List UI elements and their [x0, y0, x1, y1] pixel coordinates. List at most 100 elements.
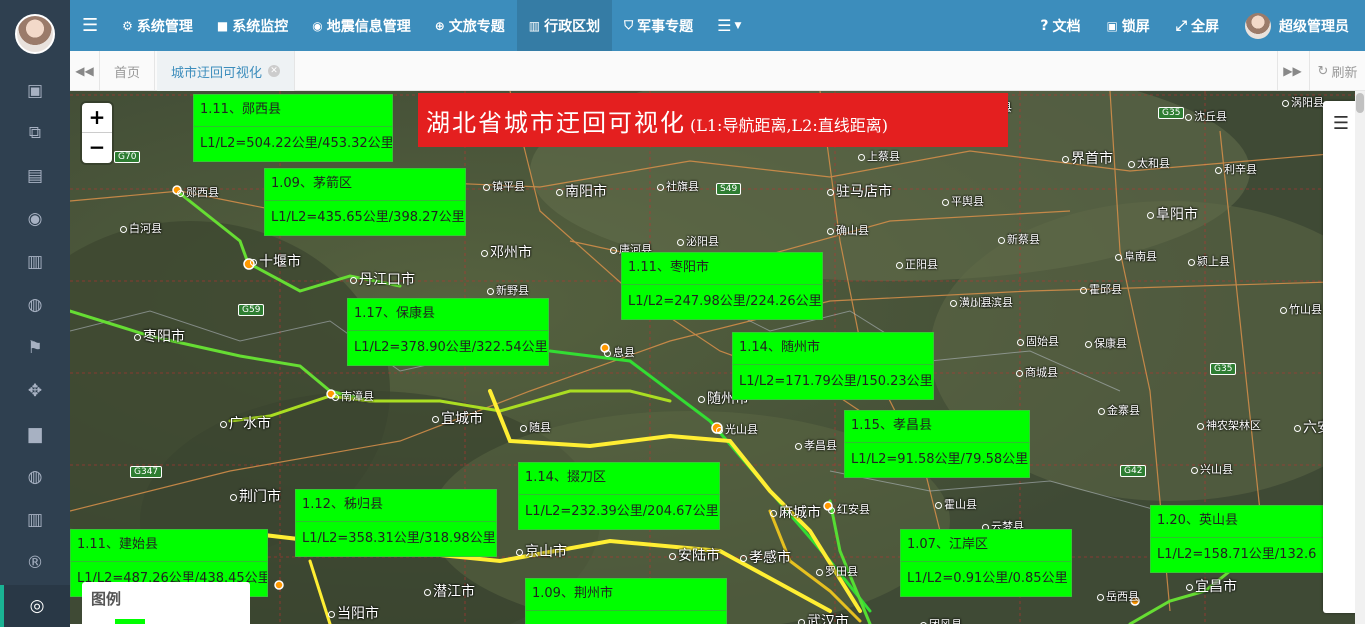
sidebar-item-0[interactable]: ▣ [0, 70, 70, 112]
sidebar-item-3[interactable]: ◉ [0, 198, 70, 240]
city-detour-label[interactable]: 1.14、随州市 L1/L2=171.79公里/150.23公里 [732, 332, 934, 400]
hamburger-icon: ☰ [82, 15, 99, 36]
sidebar-toggle-button[interactable]: ☰ [70, 0, 110, 51]
place-name: 界首市 [1062, 148, 1113, 168]
bar-chart-icon: ▥ [26, 252, 44, 272]
city-detour-label[interactable]: 1.20、英山县 L1/L2=158.71公里/132.6 [1150, 505, 1352, 573]
city-detour-label[interactable]: 1.11、郧西县 L1/L2=504.22公里/453.32公里 [193, 94, 393, 162]
city-detour-label[interactable]: 1.14、掇刀区 L1/L2=232.39公里/204.67公里 [518, 462, 720, 530]
city-label-distance: L1/L2=232.39公里/204.67公里 [525, 504, 719, 519]
sidebar: ▣ ⧉ ▤ ◉ ▥ ◍ ⚑ ✥ ▆ ◍ ▥ ® ◎ [0, 0, 70, 627]
menu-military[interactable]: ⛉ 军事专题 [612, 0, 705, 51]
tab-scroll-right-button[interactable]: ▶▶ [1277, 51, 1307, 91]
fullscreen-button[interactable]: ⤢ 全屏 [1163, 16, 1232, 36]
caret-down-icon: ▼ [734, 20, 742, 31]
tab-home[interactable]: 首页 [100, 51, 156, 91]
move-icon: ✥ [27, 381, 43, 401]
city-detour-label[interactable]: 1.07、江岸区 L1/L2=0.91公里/0.85公里 [900, 529, 1072, 597]
expand-icon: ⤢ [1175, 17, 1187, 34]
road-shield: G59 [238, 304, 265, 316]
city-detour-label[interactable]: 1.09、荆州市 [525, 578, 727, 624]
sidebar-item-9[interactable]: ◍ [0, 456, 70, 498]
place-name: 颍上县 [1188, 253, 1230, 269]
city-detour-label[interactable]: 1.12、秭归县 L1/L2=358.31公里/318.98公里 [295, 489, 497, 557]
place-name: 枣阳市 [134, 326, 185, 346]
tab-scroll-left-button[interactable]: ◀◀ [70, 51, 100, 91]
flag-icon: ⚑ [27, 338, 43, 358]
refresh-icon: ↻ [1317, 63, 1329, 79]
shield-icon: ⛉ [624, 18, 634, 32]
menu-earthquake-info[interactable]: ◉ 地震信息管理 [300, 0, 422, 51]
avatar[interactable] [15, 14, 55, 54]
sidebar-item-12[interactable]: ◎ [0, 585, 70, 627]
place-name: 孝感市 [740, 547, 791, 567]
place-name: 镇平县 [483, 178, 525, 194]
place-name: 社旗县 [657, 178, 699, 194]
city-label-title: 1.14、随州市 [733, 333, 933, 365]
layer-switcher-panel[interactable]: ☰ [1323, 101, 1359, 613]
place-name: 宜昌市 [1186, 576, 1237, 596]
place-name: 南阳市 [556, 181, 607, 201]
menu-system-monitor[interactable]: ■ 系统监控 [205, 0, 300, 51]
city-detour-label[interactable]: 1.15、孝昌县 L1/L2=91.58公里/79.58公里 [844, 410, 1030, 478]
sidebar-item-2[interactable]: ▤ [0, 155, 70, 197]
more-menu-dropdown[interactable]: ☰ ▼ [705, 0, 753, 51]
lock-screen-button[interactable]: ▣ 锁屏 [1093, 16, 1162, 36]
place-name: 十堰市 [250, 251, 301, 271]
city-label-title: 1.09、荆州市 [526, 579, 726, 611]
sidebar-item-5[interactable]: ◍ [0, 284, 70, 326]
double-right-icon: ▶▶ [1283, 64, 1302, 78]
place-name: 丹江口市 [350, 269, 415, 289]
menu-culture-tourism[interactable]: ⊕ 文旅专题 [423, 0, 517, 51]
city-label-title: 1.11、郧西县 [194, 95, 392, 127]
city-detour-label[interactable]: 1.11、枣阳市 L1/L2=247.98公里/224.26公里 [621, 252, 823, 320]
map-view[interactable]: 沁阳县泌阳县汝南县阜阳市沈丘县涡阳县南阳市驻马店市上蔡县界首市太和县利辛县郧西县… [70, 91, 1365, 624]
map-subtitle: (L1:导航距离,L2:直线距离) [690, 116, 888, 135]
hamburger-icon[interactable]: ☰ [1323, 113, 1359, 134]
sidebar-item-7[interactable]: ✥ [0, 370, 70, 412]
tab-city-detour[interactable]: 城市迂回可视化 ✕ [157, 51, 296, 91]
scrollbar[interactable] [1355, 91, 1365, 624]
docs-link[interactable]: ? 文档 [1027, 16, 1093, 36]
zoom-out-button[interactable]: − [82, 133, 112, 163]
place-name: 潜江市 [424, 581, 475, 601]
sidebar-item-4[interactable]: ▥ [0, 241, 70, 283]
city-detour-label[interactable]: 1.17、保康县 L1/L2=378.90公里/322.54公里 [347, 298, 549, 366]
road-shield: G347 [130, 466, 163, 478]
sidebar-item-1[interactable]: ⧉ [0, 112, 70, 154]
gear-icon: ⚙ [122, 18, 133, 33]
globe-icon: ⊕ [434, 18, 445, 33]
place-name: 红安县 [828, 501, 870, 517]
user-menu[interactable]: 超级管理员 [1232, 12, 1365, 39]
sidebar-item-8[interactable]: ▆ [0, 413, 70, 455]
menu-administrative-division[interactable]: ▥ 行政区划 [516, 0, 613, 51]
place-name: 光山县 [716, 421, 758, 437]
place-name: 邓州市 [481, 242, 532, 262]
scrollbar-thumb[interactable] [1356, 93, 1364, 113]
place-name: 正阳县 [896, 256, 938, 272]
menu-system-management[interactable]: ⚙ 系统管理 [110, 0, 205, 51]
place-name: 京山市 [516, 541, 567, 561]
sidebar-item-11[interactable]: ® [0, 542, 70, 584]
place-name: 孝昌县 [795, 437, 837, 453]
city-label-distance [526, 611, 726, 624]
place-name: 阜南县 [1115, 248, 1157, 264]
city-detour-label[interactable]: 1.09、茅箭区 L1/L2=435.65公里/398.27公里 [264, 168, 466, 236]
city-label-distance: L1/L2=158.71公里/132.6 [1157, 547, 1317, 562]
top-navbar: ☰ ⚙ 系统管理 ■ 系统监控 ◉ 地震信息管理 ⊕ 文旅专题 ▥ 行政区划 ⛉ 军事专题 … [70, 0, 1365, 51]
close-icon[interactable]: ✕ [268, 65, 281, 77]
sidebar-item-10[interactable]: ▥ [0, 499, 70, 541]
place-name: 郧西县 [177, 184, 219, 200]
city-label-title: 1.09、茅箭区 [265, 169, 465, 201]
sidebar-item-6[interactable]: ⚑ [0, 327, 70, 369]
legend-panel: 图例 [82, 582, 250, 624]
layers-icon: ⧉ [28, 123, 42, 143]
video-icon: ■ [216, 18, 229, 33]
place-name: 潢川县 [950, 294, 992, 310]
place-name: 驻马店市 [827, 181, 892, 201]
place-name: 安陆市 [669, 545, 720, 565]
place-name: 太和县 [1128, 155, 1170, 171]
zoom-in-button[interactable]: + [82, 103, 112, 133]
refresh-button[interactable]: ↻ 刷新 [1309, 51, 1365, 91]
city-label-title: 1.11、枣阳市 [622, 253, 822, 285]
